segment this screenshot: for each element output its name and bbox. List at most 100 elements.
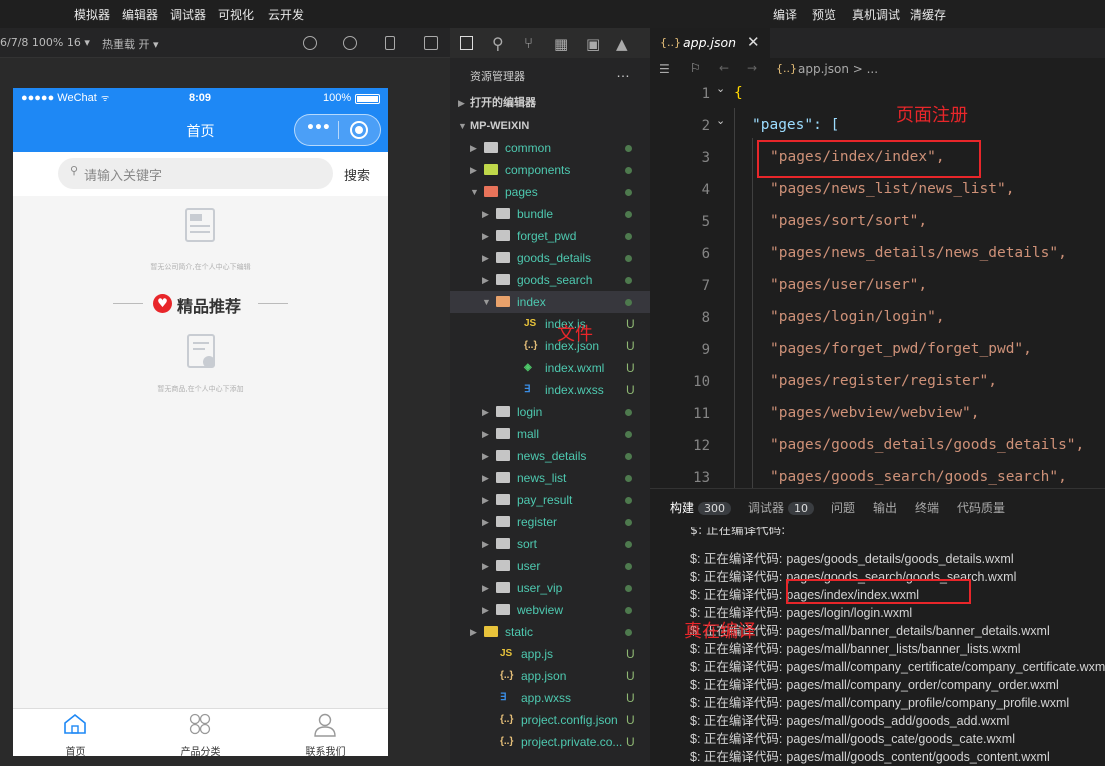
refresh-icon[interactable] [303,36,317,50]
hot-reload-toggle[interactable]: 热重载 开 ▾ [102,36,159,52]
list-icon[interactable]: ☰ [659,62,670,76]
tree-item[interactable]: ▶ user [450,555,650,577]
docker-icon[interactable]: ▲ [616,35,628,53]
chevron-right-icon[interactable]: ▶ [482,555,489,577]
tree-item[interactable]: ▶ user_vip [450,577,650,599]
tree-item[interactable]: ▶ static [450,621,650,643]
tree-item[interactable]: {..} app.json U [450,665,650,687]
tree-item[interactable]: ▶ forget_pwd [450,225,650,247]
more-actions-icon[interactable]: … [616,64,630,80]
chevron-right-icon[interactable]: ▶ [482,533,489,555]
menu-simulator[interactable]: 模拟器 [74,6,110,23]
files-icon[interactable] [460,36,473,50]
tree-item[interactable]: ▶ register [450,511,650,533]
open-editors-label: 打开的编辑器 [470,97,536,109]
chevron-right-icon[interactable]: ▶ [482,269,489,291]
editor-tab-app-json[interactable]: {..} app.json ✕ [650,28,770,58]
chevron-right-icon[interactable]: ▶ [482,511,489,533]
chevron-right-icon[interactable]: ▶ [470,621,477,643]
forward-arrow-icon[interactable]: → [747,61,757,75]
tab-contact[interactable]: 联系我们 [263,743,388,756]
chevron-right-icon[interactable]: ▶ [470,159,477,181]
chevron-down-icon[interactable]: ▼ [470,181,479,203]
tree-item[interactable]: ∃ index.wxss U [450,379,650,401]
menu-cloud[interactable]: 云开发 [268,6,304,23]
panel-tab[interactable]: 调试器 10 [748,499,815,516]
search-button[interactable]: 搜索 [344,165,370,184]
chevron-right-icon[interactable]: ▶ [482,445,489,467]
tab-home[interactable]: 首页 [13,743,138,756]
panel-icon[interactable]: ▣ [586,35,600,53]
tree-item[interactable]: ▼ pages [450,181,650,203]
stop-icon[interactable] [343,36,357,50]
fold-icon[interactable]: ⌄ [716,82,725,95]
tab-category[interactable]: 产品分类 [138,743,263,756]
tree-item[interactable]: ▶ news_list [450,467,650,489]
panel-tab[interactable]: 终端 [915,499,939,516]
tree-item[interactable]: JS index.js U [450,313,650,335]
home-icon[interactable] [63,713,87,735]
device-select[interactable]: 6/7/8 100% 16 ▾ [0,36,90,49]
chevron-right-icon[interactable]: ▶ [482,401,489,423]
close-tab-icon[interactable]: ✕ [747,33,760,51]
tree-item[interactable]: ▶ mall [450,423,650,445]
tree-item[interactable]: ∃ app.wxss U [450,687,650,709]
chevron-down-icon[interactable]: ▼ [482,291,491,313]
bookmark-icon[interactable]: ⚐ [690,61,701,75]
tree-item[interactable]: {..} project.private.co... U [450,731,650,753]
panel-tab[interactable]: 输出 [873,499,897,516]
source-control-icon[interactable]: ⑂ [524,34,533,52]
phone-icon[interactable] [385,36,395,50]
category-icon[interactable] [188,713,212,735]
tree-item[interactable]: ▶ news_details [450,445,650,467]
chevron-right-icon[interactable]: ▶ [482,467,489,489]
tree-item[interactable]: ▶ login [450,401,650,423]
chevron-right-icon[interactable]: ▶ [470,137,477,159]
chevron-right-icon[interactable]: ▶ [482,577,489,599]
search-icon[interactable]: ⚲ [492,34,504,53]
chevron-right-icon[interactable]: ▶ [482,489,489,511]
tree-item[interactable]: ◈ index.wxml U [450,357,650,379]
tree-item[interactable]: ▶ webview [450,599,650,621]
close-mini-program-icon[interactable] [350,121,368,139]
user-icon[interactable] [313,713,337,737]
chevron-right-icon[interactable]: ▶ [482,225,489,247]
tree-item[interactable]: {..} index.json U [450,335,650,357]
tree-item[interactable]: ▶ sort [450,533,650,555]
open-editors-section[interactable]: ▶ 打开的编辑器 [450,92,650,114]
editor-tab-label: app.json [683,35,737,50]
tree-item[interactable]: ▶ bundle [450,203,650,225]
search-input[interactable]: ⚲ 请输入关键字 [58,158,333,189]
chevron-right-icon[interactable]: ▶ [482,203,489,225]
extensions-icon[interactable]: ▦ [554,35,568,53]
window-icon[interactable] [424,36,438,50]
tree-item[interactable]: ▶ goods_details [450,247,650,269]
panel-tab[interactable]: 构建 300 [670,499,732,516]
panel-tab[interactable]: 代码质量 [957,499,1005,516]
chevron-right-icon[interactable]: ▶ [482,599,489,621]
tree-item[interactable]: ▶ goods_search [450,269,650,291]
remote-debug-button[interactable]: 真机调试 [852,6,900,23]
back-arrow-icon[interactable]: ← [719,61,729,75]
tree-item[interactable]: {..} project.config.json U [450,709,650,731]
breadcrumb[interactable]: app.json > ... [798,62,878,76]
tree-item[interactable]: JS app.js U [450,643,650,665]
preview-button[interactable]: 预览 [812,6,836,23]
menu-visualize[interactable]: 可视化 [218,6,254,23]
more-dots-icon[interactable]: ••• [306,120,331,136]
project-section[interactable]: ▼ MP-WEIXIN [450,115,650,137]
menu-debugger[interactable]: 调试器 [170,6,206,23]
fold-icon[interactable]: ⌄ [716,114,725,127]
compile-button[interactable]: 编译 [773,6,797,23]
panel-tab[interactable]: 问题 [831,499,855,516]
clear-cache-button[interactable]: 清缓存 [910,6,946,23]
menu-editor[interactable]: 编辑器 [122,6,158,23]
chevron-right-icon[interactable]: ▶ [482,423,489,445]
tree-item[interactable]: ▶ pay_result [450,489,650,511]
folder-icon [496,252,510,263]
chevron-right-icon[interactable]: ▶ [482,247,489,269]
tree-item[interactable]: ▼ index [450,291,650,313]
tree-item[interactable]: ▶ components [450,159,650,181]
capsule-menu[interactable]: ••• [294,114,381,146]
tree-item[interactable]: ▶ common [450,137,650,159]
